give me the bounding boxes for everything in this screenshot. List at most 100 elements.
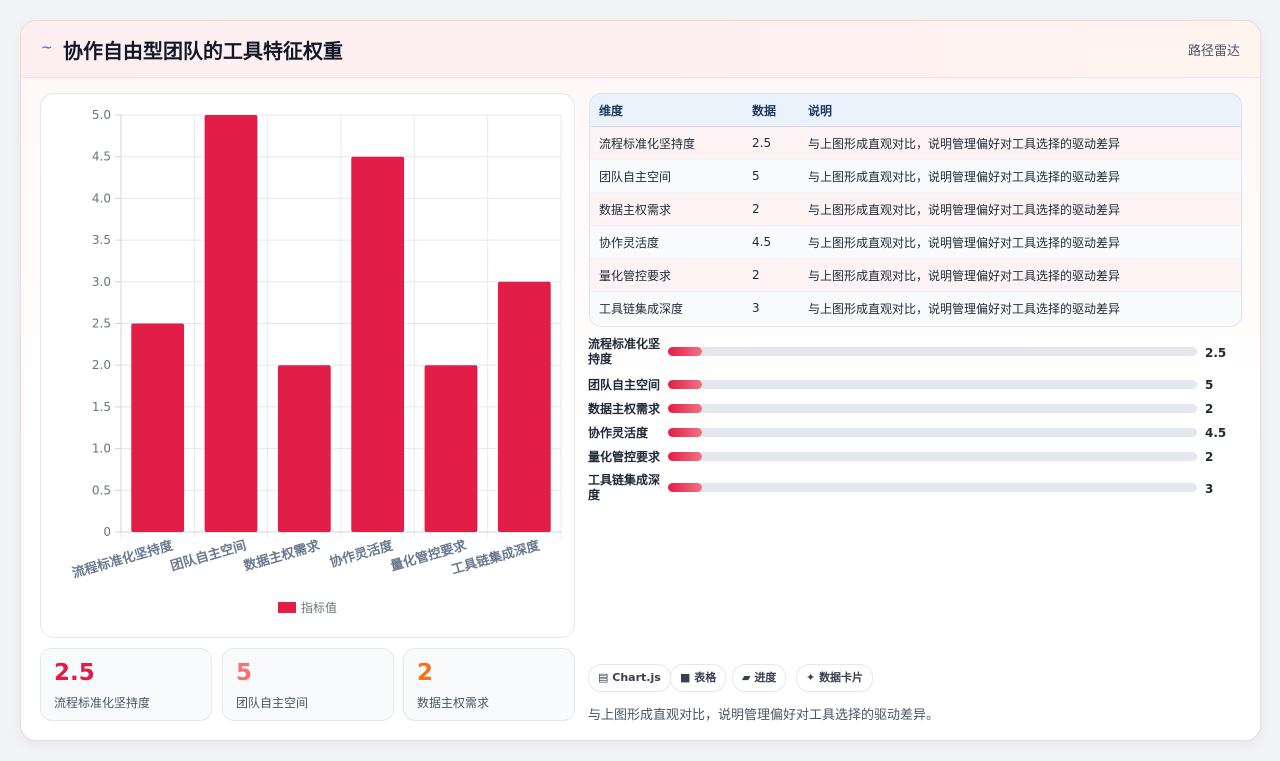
legend-label: 指标值	[301, 600, 337, 615]
legend-swatch	[278, 602, 296, 613]
table-cell: 与上图形成直观对比，说明管理偏好对工具选择的驱动差异	[799, 258, 1241, 292]
table-header-row: 维度 数据 说明	[590, 94, 1241, 127]
progress-track	[668, 452, 1197, 461]
y-tick-label: 5.0	[92, 108, 111, 122]
bar	[351, 156, 405, 532]
table-cell: 团队自主空间	[590, 159, 743, 193]
table-cell: 2.5	[743, 126, 799, 160]
stat-card: 2.5 流程标准化坚持度	[40, 648, 212, 721]
wave-icon: ~	[41, 40, 53, 56]
table-cell: 3	[743, 291, 799, 324]
progress-value: 2	[1205, 450, 1214, 464]
progress-label: 团队自主空间	[588, 378, 661, 392]
table-cell: 4.5	[743, 225, 799, 259]
page-title: 协作自由型团队的工具特征权重	[63, 39, 343, 63]
progress-fill	[668, 404, 703, 413]
bar	[131, 323, 185, 532]
y-tick-label: 0.5	[92, 483, 111, 497]
bar	[497, 281, 551, 532]
progress-label: 数据主权需求	[588, 402, 661, 416]
table-cell: 5	[743, 159, 799, 193]
footer-note: 与上图形成直观对比，说明管理偏好对工具选择的驱动差异。	[588, 708, 940, 723]
y-tick-label: 4.5	[92, 150, 111, 164]
progress-label: 量化管控要求	[588, 450, 661, 464]
bar	[424, 365, 478, 532]
data-table: 维度 数据 说明 流程标准化坚持度 2.5 与上图形成直观对比，说明管理偏好对工…	[589, 93, 1242, 327]
table-cell: 流程标准化坚持度	[590, 126, 743, 160]
progress-value: 3	[1205, 482, 1214, 496]
bar	[277, 365, 331, 532]
stat-label: 流程标准化坚持度	[54, 696, 151, 710]
table-cell: 工具链集成深度	[590, 291, 743, 324]
chip-cards[interactable]: ✦ 数据卡片	[796, 664, 874, 692]
chip-label: 表格	[694, 671, 717, 684]
table-cell: 2	[743, 192, 799, 226]
progress-track	[668, 404, 1197, 413]
progress-fill	[668, 380, 703, 389]
stat-value: 5	[236, 660, 253, 686]
chip-label: 进度	[754, 671, 777, 684]
y-tick-label: 3.0	[92, 275, 111, 289]
y-tick-label: 1.0	[92, 442, 111, 456]
table-cell: 与上图形成直观对比，说明管理偏好对工具选择的驱动差异	[799, 291, 1241, 324]
sparkle-icon: ✦	[806, 671, 816, 684]
table-row: 协作灵活度 4.5 与上图形成直观对比，说明管理偏好对工具选择的驱动差异	[590, 225, 1241, 259]
chart-panel: 0 0.5 1.0 1.5 2.0 2.5 3.0 3.5 4.0 4.5 5.0 流程标准化坚持度团…	[40, 93, 575, 638]
main-card: ~ 协作自由型团队的工具特征权重 路径雷达 0 0.5 1.0 1.5 2.0 2.5 3.…	[20, 20, 1261, 741]
table-cell: 数据主权需求	[590, 192, 743, 226]
table-cell: 协作灵活度	[590, 225, 743, 259]
table-cell: 与上图形成直观对比，说明管理偏好对工具选择的驱动差异	[799, 126, 1241, 160]
progress-track	[668, 483, 1197, 492]
chip-label: 数据卡片	[819, 671, 864, 684]
progress-track	[668, 380, 1197, 389]
stat-label: 数据主权需求	[417, 696, 490, 710]
progress-fill	[668, 452, 703, 461]
progress-value: 2	[1205, 402, 1214, 416]
stat-card: 5 团队自主空间	[222, 648, 394, 721]
table-row: 数据主权需求 2 与上图形成直观对比，说明管理偏好对工具选择的驱动差异	[590, 192, 1241, 226]
table-row: 团队自主空间 5 与上图形成直观对比，说明管理偏好对工具选择的驱动差异	[590, 159, 1241, 193]
progress-track	[668, 428, 1197, 437]
chip-progress[interactable]: ▰ 进度	[732, 664, 787, 692]
table-cell: 与上图形成直观对比，说明管理偏好对工具选择的驱动差异	[799, 159, 1241, 193]
table-cell: 量化管控要求	[590, 258, 743, 292]
header: ~ 协作自由型团队的工具特征权重 路径雷达	[21, 21, 1260, 78]
stat-label: 团队自主空间	[236, 696, 309, 710]
table-header: 维度	[590, 94, 743, 127]
x-tick-label: 协作灵活度	[328, 537, 396, 571]
bar	[204, 115, 258, 532]
table-header: 数据	[743, 94, 799, 127]
table-header: 说明	[799, 94, 1241, 127]
table-cell: 与上图形成直观对比，说明管理偏好对工具选择的驱动差异	[799, 225, 1241, 259]
table-cell: 2	[743, 258, 799, 292]
progress-label: 工具链集成深度	[588, 473, 661, 502]
chip-table[interactable]: ■ 表格	[670, 664, 727, 692]
y-tick-label: 3.5	[92, 233, 111, 247]
progress-value: 2.5	[1205, 346, 1227, 360]
chip-chartjs[interactable]: ▤ Chart.js	[588, 664, 671, 692]
progress-label: 协作灵活度	[588, 426, 649, 440]
table-row: 工具链集成深度 3 与上图形成直观对比，说明管理偏好对工具选择的驱动差异	[590, 291, 1241, 324]
stat-value: 2.5	[54, 660, 95, 686]
progress-fill	[668, 483, 703, 492]
y-tick-label: 2.0	[92, 358, 111, 372]
stat-card: 2 数据主权需求	[403, 648, 575, 721]
chart-icon: ▤	[598, 671, 609, 684]
table-row: 量化管控要求 2 与上图形成直观对比，说明管理偏好对工具选择的驱动差异	[590, 258, 1241, 292]
progress-value: 4.5	[1205, 426, 1227, 440]
progress-value: 5	[1205, 378, 1214, 392]
progress-icon: ▰	[742, 671, 751, 684]
progress-track	[668, 347, 1197, 356]
x-tick-label: 流程标准化坚持度	[70, 537, 175, 581]
header-link[interactable]: 路径雷达	[1188, 40, 1240, 59]
y-tick-label: 1.5	[92, 400, 111, 414]
progress-fill	[668, 347, 703, 356]
table-cell: 与上图形成直观对比，说明管理偏好对工具选择的驱动差异	[799, 192, 1241, 226]
x-tick-label: 数据主权需求	[242, 537, 322, 574]
table-row: 流程标准化坚持度 2.5 与上图形成直观对比，说明管理偏好对工具选择的驱动差异	[590, 126, 1241, 160]
bar-chart: 0 0.5 1.0 1.5 2.0 2.5 3.0 3.5 4.0 4.5 5.0 流程标准化坚持度团…	[70, 108, 562, 615]
chip-label: Chart.js	[612, 671, 661, 684]
progress-fill	[668, 428, 703, 437]
stat-value: 2	[417, 660, 434, 686]
y-tick-label: 4.0	[92, 191, 111, 205]
